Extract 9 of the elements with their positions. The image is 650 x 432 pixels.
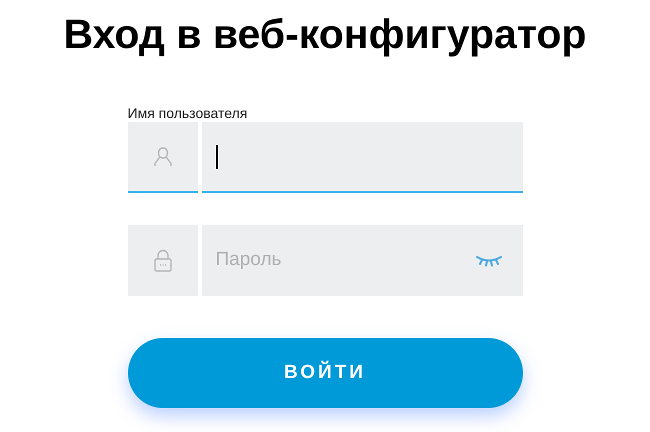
field-label: Имя пользователя — [128, 104, 248, 122]
password-field[interactable]: Пароль — [202, 225, 522, 296]
text-cursor — [216, 144, 218, 168]
lock-icon — [152, 248, 172, 272]
closed-eye-icon[interactable] — [474, 253, 502, 267]
login-button[interactable]: ВОЙТИ — [128, 338, 522, 408]
username-field[interactable] — [202, 122, 522, 193]
user-icon — [152, 146, 174, 168]
page-title: Вход в веб-конфигуратор — [64, 10, 586, 59]
